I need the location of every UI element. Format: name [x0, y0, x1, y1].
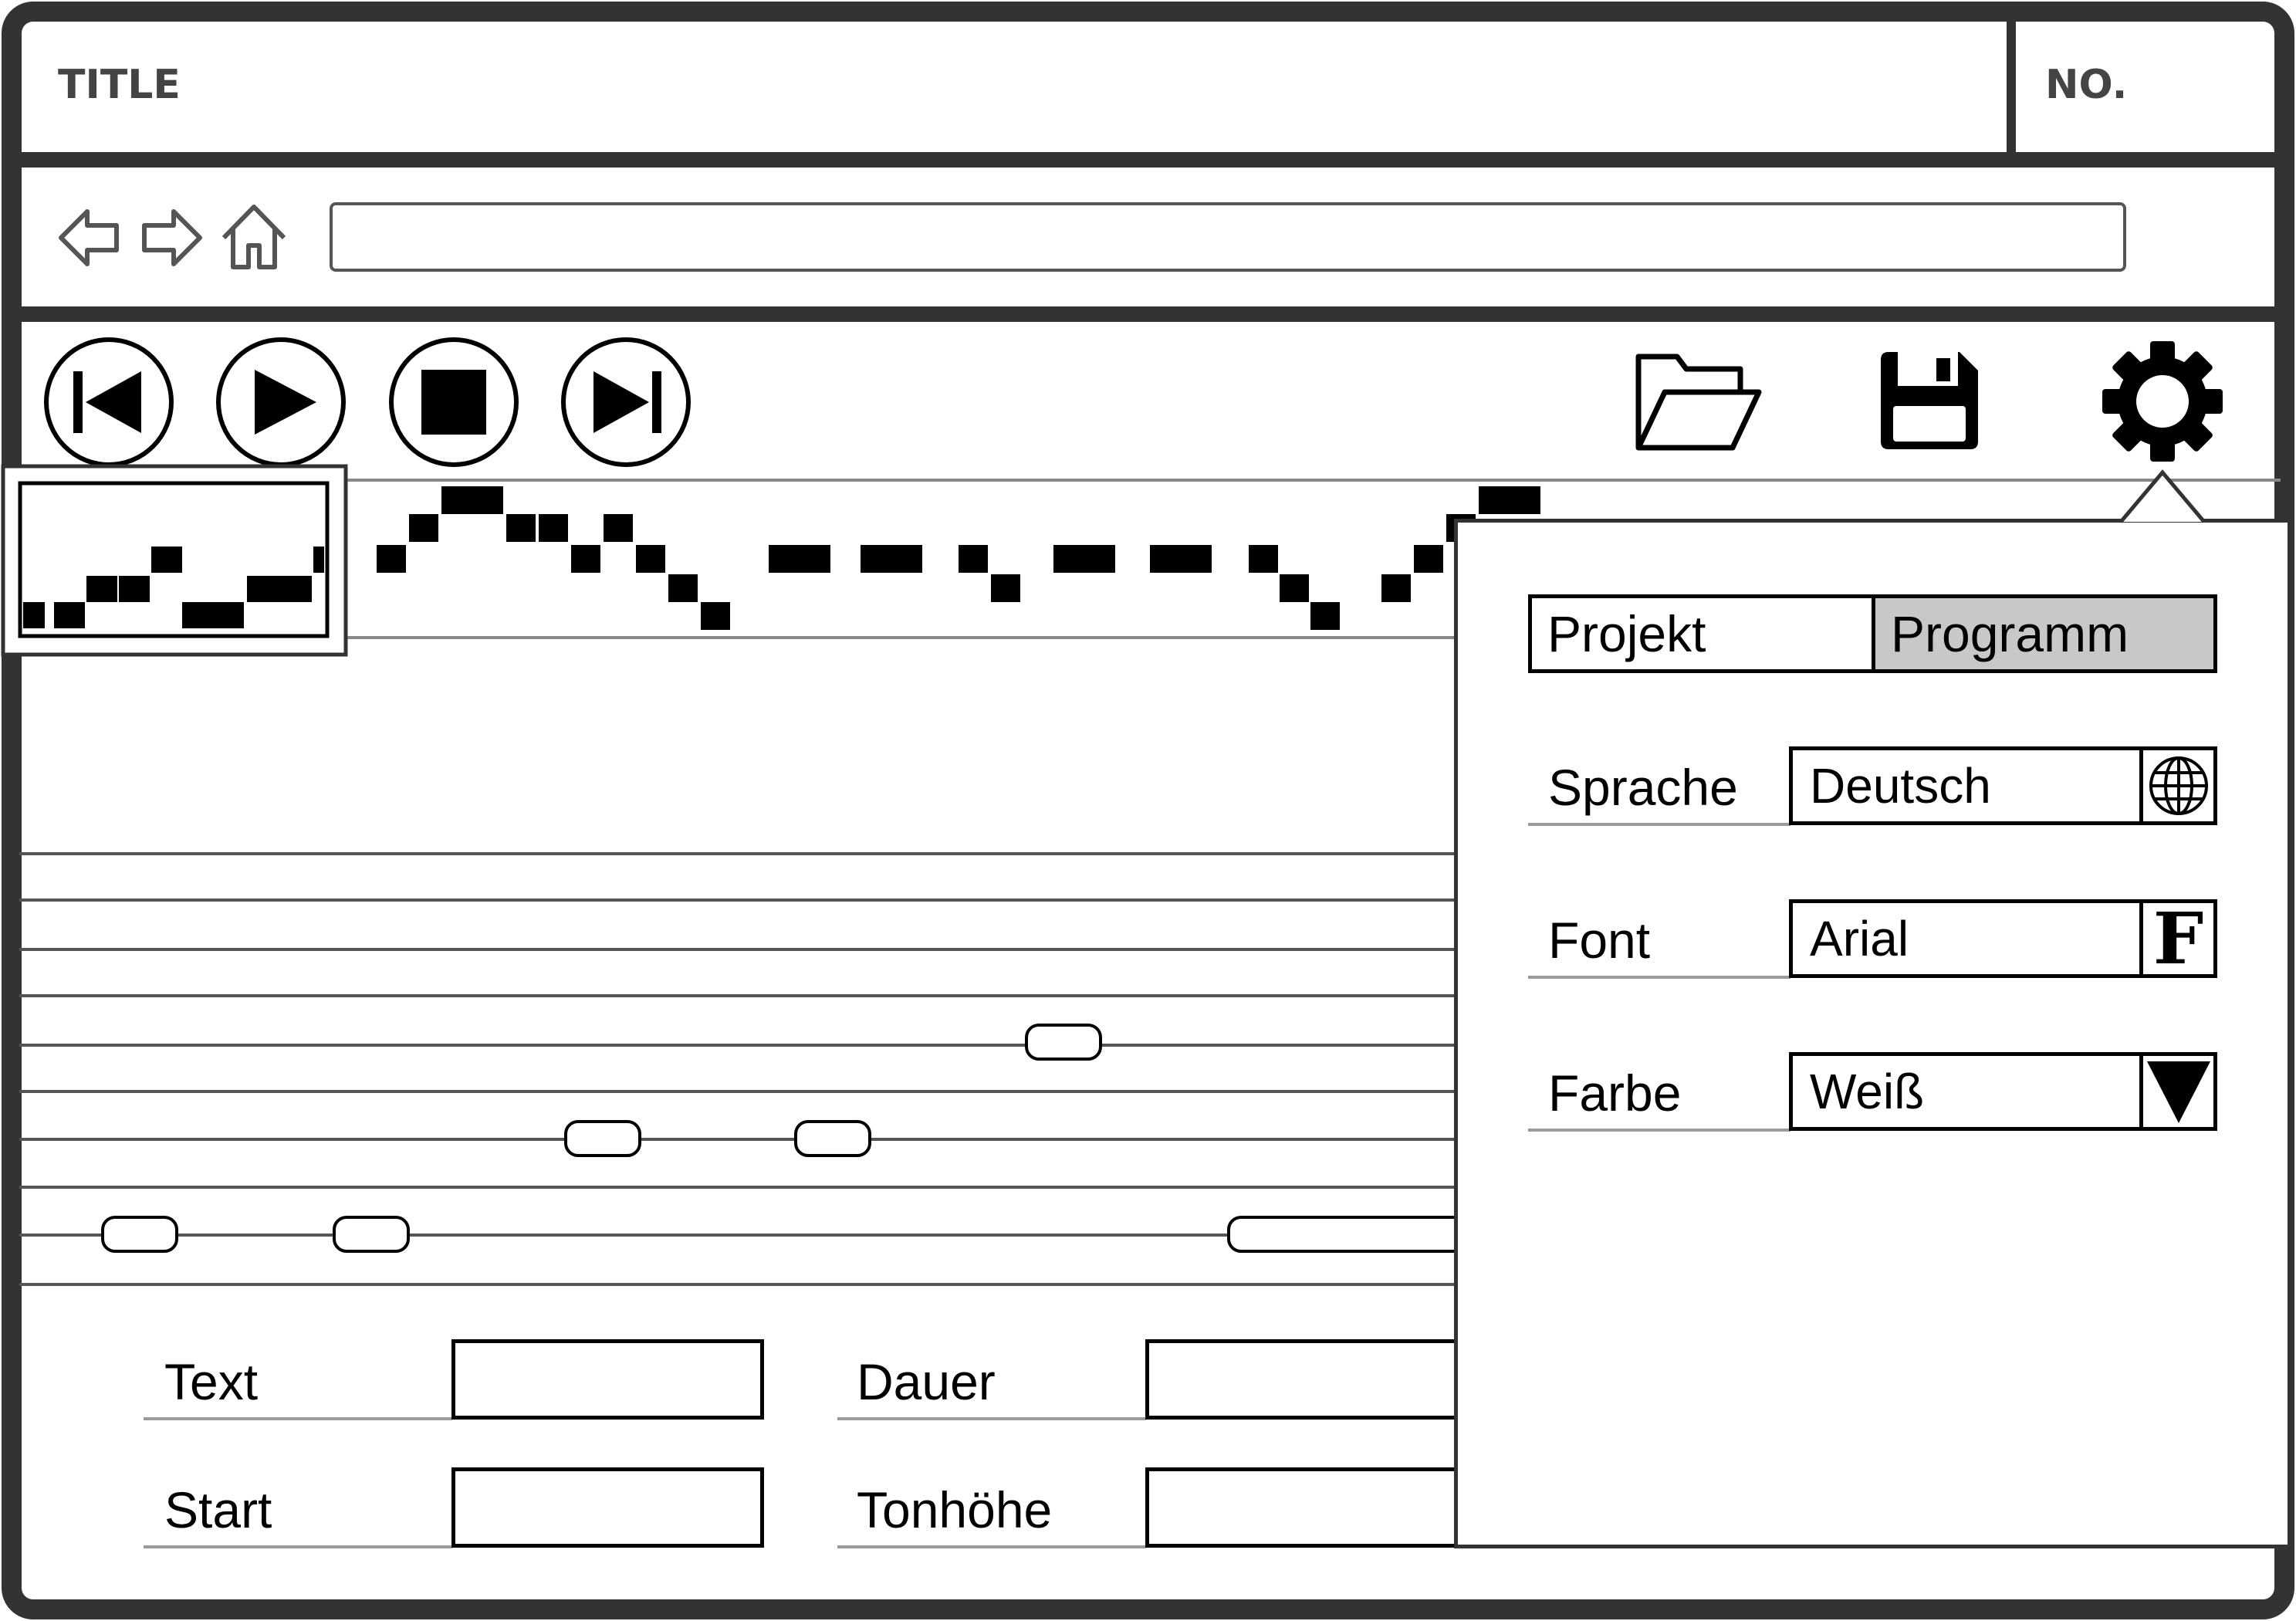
- language-label: Sprache: [1548, 759, 1738, 816]
- play-icon[interactable]: [215, 336, 347, 469]
- arrow-left-outline-icon[interactable]: [58, 207, 120, 269]
- settings-tabs: Projekt Programm: [1528, 594, 2217, 673]
- font-value: Arial: [1810, 911, 1909, 966]
- color-value: Weiß: [1810, 1064, 1925, 1119]
- font-label-underline: [1528, 976, 1790, 979]
- language-value: Deutsch: [1810, 758, 1991, 814]
- tab-projekt[interactable]: Projekt: [1532, 598, 1875, 669]
- gear-icon[interactable]: [2101, 340, 2224, 463]
- note-block[interactable]: [101, 1216, 178, 1253]
- color-label-underline: [1528, 1129, 1790, 1132]
- font-select[interactable]: Arial F: [1789, 899, 2217, 978]
- color-select[interactable]: Weiß: [1789, 1052, 2217, 1131]
- note-staff[interactable]: [0, 834, 1466, 1297]
- note-block[interactable]: [333, 1216, 410, 1253]
- dropdown-triangle-icon[interactable]: [2139, 1056, 2213, 1127]
- font-f-icon[interactable]: F: [2139, 903, 2213, 974]
- pitch-label-underline: [837, 1545, 1146, 1548]
- settings-popup: [1454, 519, 2291, 1548]
- start-label: Start: [164, 1481, 272, 1538]
- start-input[interactable]: [451, 1467, 764, 1548]
- skip-forward-icon[interactable]: [560, 336, 692, 469]
- save-disk-icon[interactable]: [1878, 349, 1981, 452]
- language-label-underline: [1528, 823, 1790, 826]
- language-select[interactable]: Deutsch: [1789, 746, 2217, 825]
- text-label-underline: [144, 1417, 452, 1420]
- address-bar-input[interactable]: [330, 202, 2126, 272]
- arrow-right-outline-icon[interactable]: [141, 207, 203, 269]
- window-number-label: NO.: [2045, 62, 2128, 108]
- start-label-underline: [144, 1545, 452, 1548]
- note-block[interactable]: [564, 1120, 641, 1157]
- duration-input[interactable]: [1145, 1339, 1477, 1420]
- tab-programm[interactable]: Programm: [1875, 598, 2213, 669]
- note-block[interactable]: [1025, 1024, 1102, 1061]
- window-title: TITLE: [58, 62, 181, 108]
- globe-icon[interactable]: [2139, 750, 2213, 821]
- note-block[interactable]: [1227, 1216, 1466, 1253]
- popup-pointer: [2119, 469, 2206, 523]
- pitch-label: Tonhöhe: [857, 1481, 1053, 1538]
- note-block[interactable]: [794, 1120, 871, 1157]
- duration-label-underline: [837, 1417, 1146, 1420]
- pitch-input[interactable]: [1145, 1467, 1477, 1548]
- duration-label: Dauer: [857, 1353, 996, 1410]
- overview-minimap[interactable]: [0, 463, 349, 658]
- text-input[interactable]: [451, 1339, 764, 1420]
- skip-back-icon[interactable]: [42, 336, 175, 469]
- color-label: Farbe: [1548, 1064, 1682, 1122]
- font-label: Font: [1548, 912, 1651, 969]
- text-label: Text: [164, 1353, 259, 1410]
- house-outline-icon[interactable]: [219, 202, 289, 272]
- folder-open-icon[interactable]: [1632, 347, 1763, 455]
- stop-icon[interactable]: [387, 336, 520, 469]
